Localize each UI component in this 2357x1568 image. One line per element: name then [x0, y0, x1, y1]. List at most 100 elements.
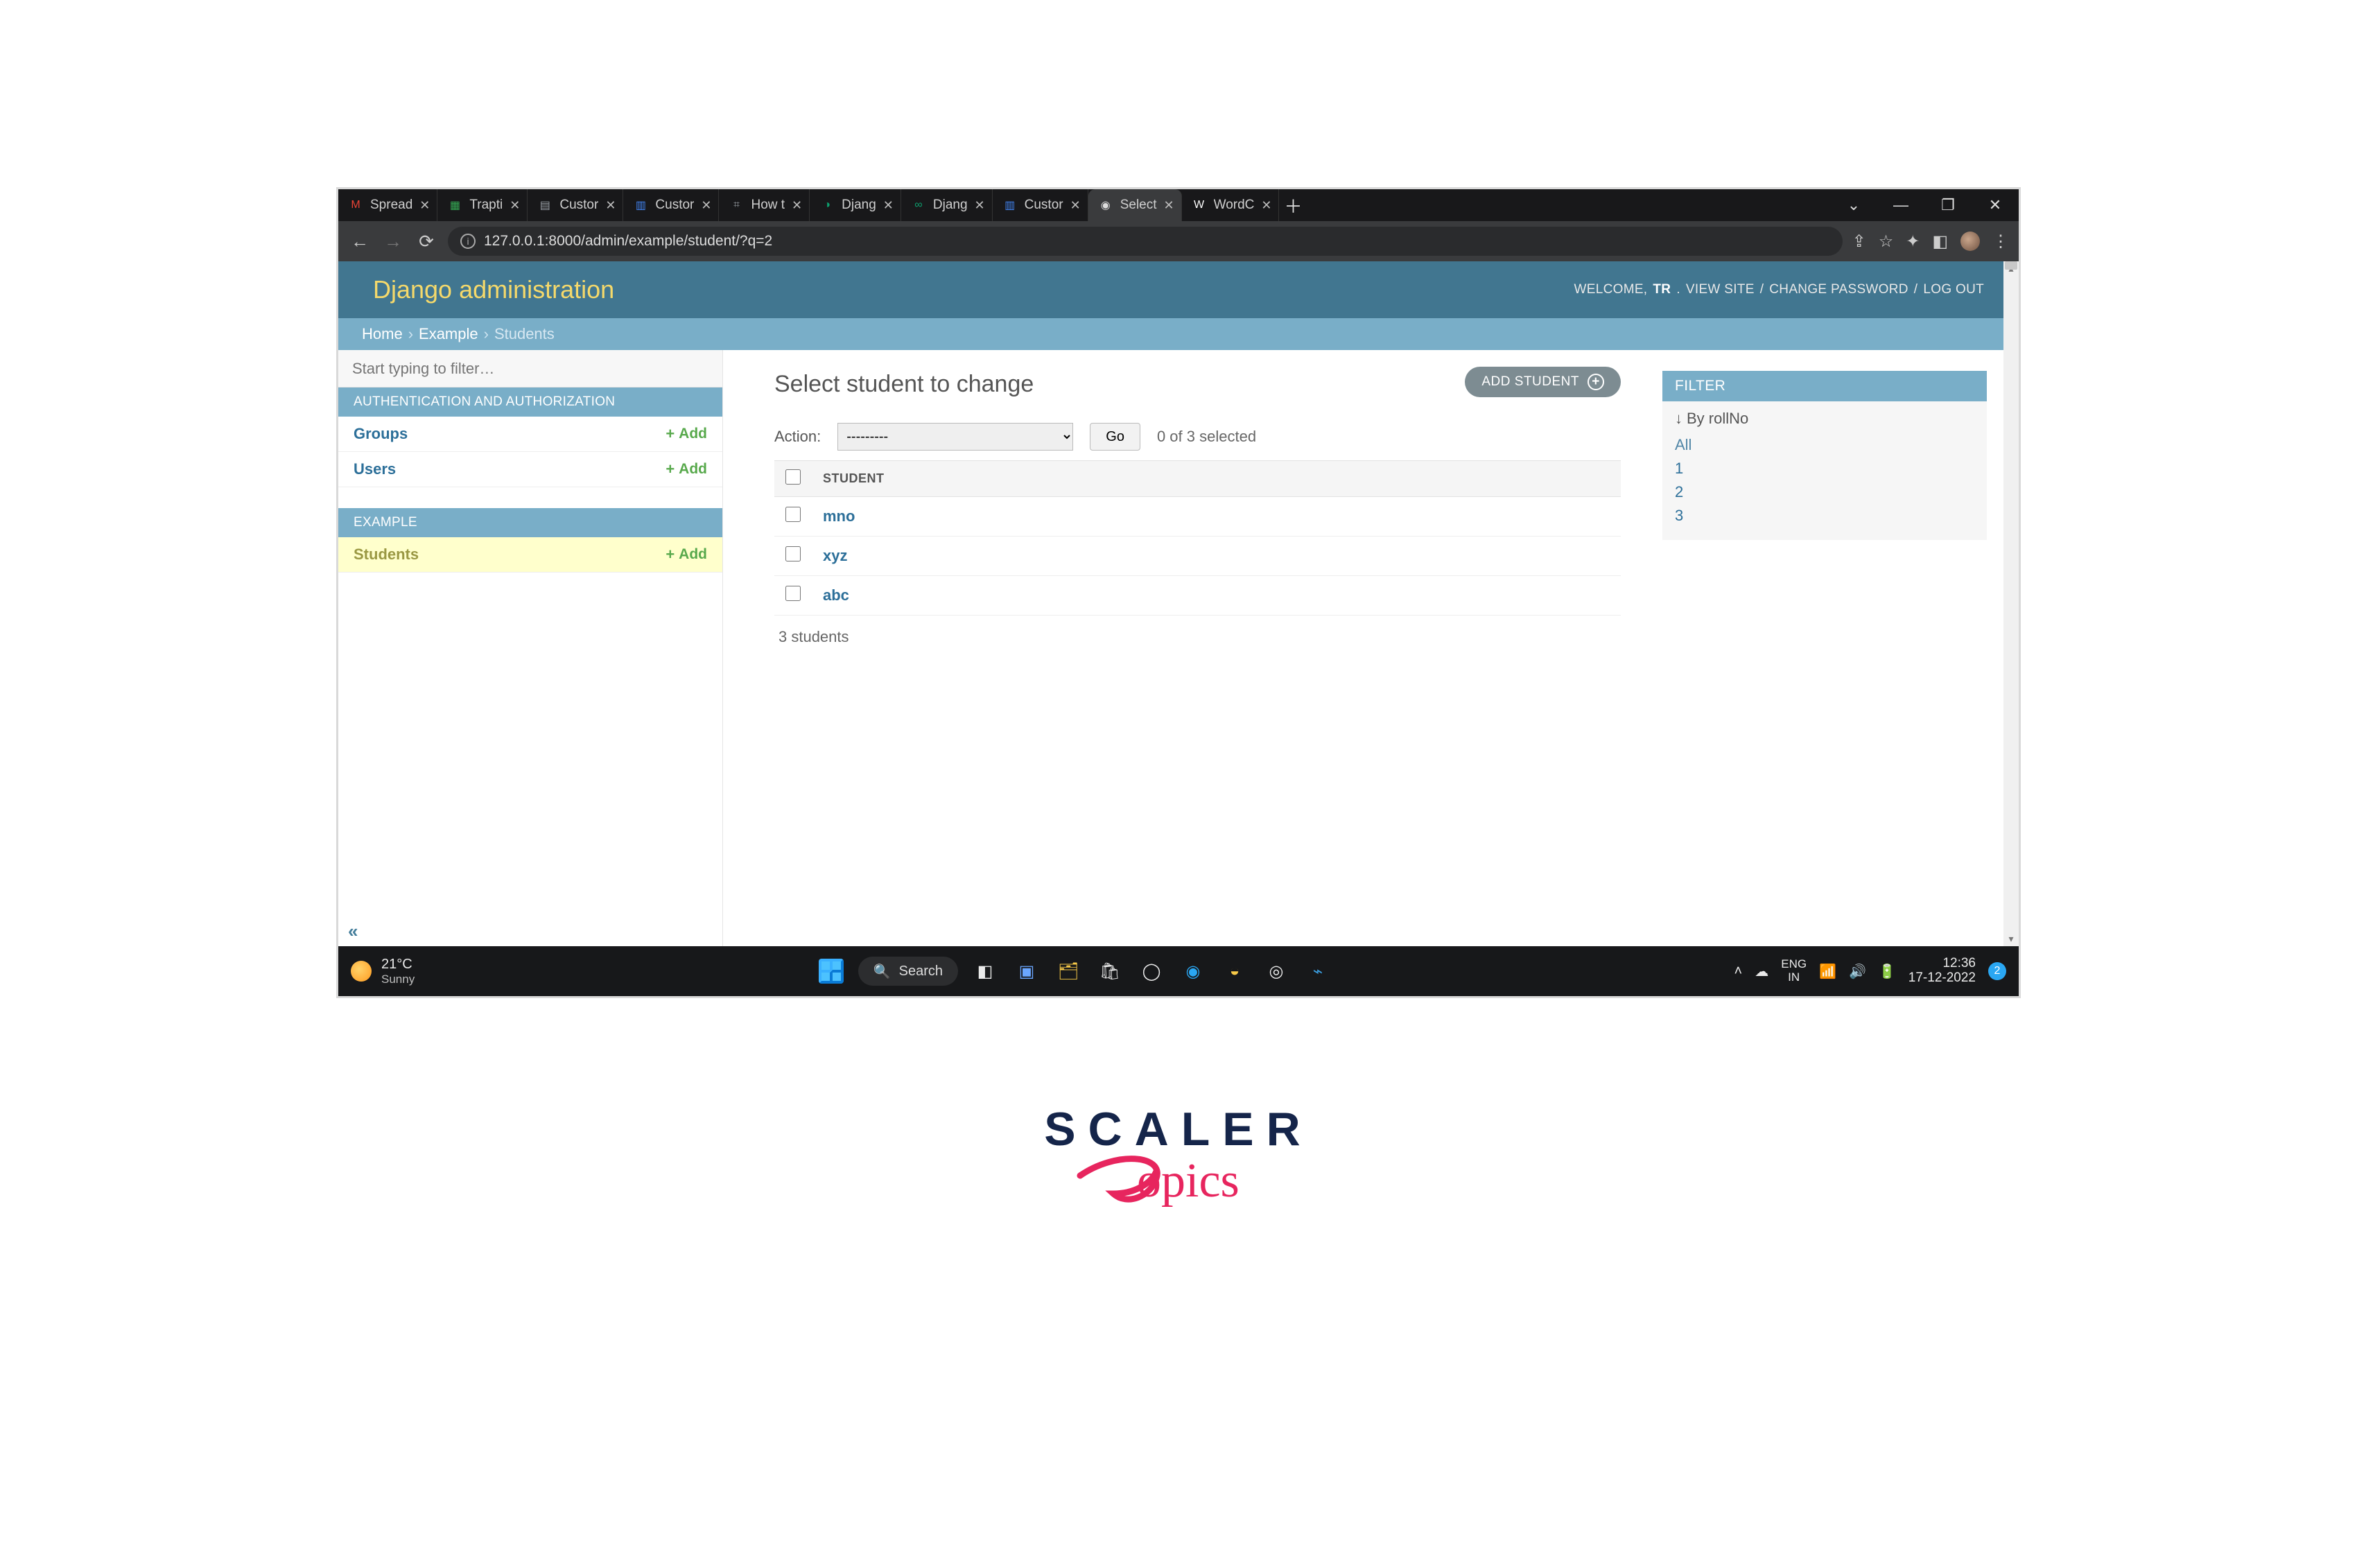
change-password-link[interactable]: CHANGE PASSWORD [1769, 282, 1908, 297]
browser-tab[interactable]: ▦Trapti✕ [437, 189, 528, 221]
site-brand[interactable]: Django administration [373, 275, 614, 304]
profile-avatar[interactable] [1960, 232, 1980, 251]
browser-tab[interactable]: ▤Custor✕ [528, 189, 623, 221]
object-link[interactable]: mno [823, 507, 855, 525]
filter-option-link[interactable]: 1 [1675, 460, 1683, 477]
share-icon[interactable]: ⇪ [1852, 232, 1866, 252]
onedrive-icon[interactable]: ☁ [1755, 963, 1768, 980]
taskbar-clock[interactable]: 12:36 17-12-2022 [1908, 957, 1976, 986]
browser-titlebar: MSpread✕▦Trapti✕▤Custor✕▥Custor✕⌗How t✕◑… [338, 189, 2019, 221]
view-site-link[interactable]: VIEW SITE [1686, 282, 1755, 297]
language-indicator[interactable]: ENG IN [1781, 958, 1807, 984]
row-checkbox[interactable] [785, 546, 801, 561]
tab-close-icon[interactable]: ✕ [701, 198, 711, 213]
tab-favicon: ∞ [911, 198, 926, 213]
nav-forward-button[interactable]: → [381, 231, 405, 252]
sidebar-section-header[interactable]: AUTHENTICATION AND AUTHORIZATION [338, 387, 722, 417]
nav-back-button[interactable]: ← [348, 231, 372, 252]
vscode-icon[interactable]: ⌁ [1303, 957, 1332, 986]
wifi-icon[interactable]: 📶 [1819, 963, 1836, 980]
object-link[interactable]: xyz [823, 547, 847, 564]
tab-title: How t [751, 198, 785, 213]
model-add-link[interactable]: Add [666, 546, 707, 564]
add-student-button[interactable]: ADD STUDENT + [1465, 367, 1621, 397]
new-tab-button[interactable]: ＋ [1279, 193, 1307, 218]
tab-title: Djang [842, 198, 876, 213]
nav-reload-button[interactable]: ⟳ [415, 231, 438, 252]
scaler-topics-script: opics [1075, 1144, 1282, 1227]
model-link[interactable]: Users [354, 460, 396, 478]
site-info-icon[interactable]: i [460, 234, 476, 249]
sidebar-section-header[interactable]: EXAMPLE [338, 508, 722, 537]
logout-link[interactable]: LOG OUT [1923, 282, 1984, 297]
filter-option-link[interactable]: 3 [1675, 507, 1683, 524]
tab-close-icon[interactable]: ✕ [1070, 198, 1081, 213]
model-add-link[interactable]: Add [666, 425, 707, 443]
volume-icon[interactable]: 🔊 [1849, 963, 1866, 980]
browser-tab[interactable]: ∞Djang✕ [901, 189, 993, 221]
tab-close-icon[interactable]: ✕ [1164, 198, 1174, 213]
actions-select[interactable]: --------- [837, 423, 1073, 451]
kebab-menu-icon[interactable]: ⋮ [1992, 232, 2009, 252]
ms-store-icon[interactable]: 🛍 [1095, 957, 1124, 986]
teams-icon[interactable]: ▣ [1012, 957, 1041, 986]
model-add-link[interactable]: Add [666, 460, 707, 478]
tray-chevron-icon[interactable]: ˄ [1734, 964, 1743, 979]
sidebar-collapse-toggle[interactable]: « [342, 916, 363, 946]
windows-taskbar: 21°C Sunny 🔍 Search ◧ ▣ 🗂 🛍 ◯ ◉ ◒ ◎ ⌁ ˄ … [338, 946, 2019, 996]
tab-close-icon[interactable]: ✕ [1261, 198, 1271, 213]
object-link[interactable]: abc [823, 586, 849, 604]
browser-tab[interactable]: WWordC✕ [1182, 189, 1280, 221]
select-all-checkbox[interactable] [785, 469, 801, 485]
crumb-home[interactable]: Home [362, 325, 403, 343]
table-row: mno [774, 497, 1621, 537]
task-view-icon[interactable]: ◧ [971, 957, 1000, 986]
browser-tab[interactable]: ◉Select✕ [1088, 189, 1182, 221]
extensions-icon[interactable]: ✦ [1906, 232, 1920, 252]
url-input[interactable]: i 127.0.0.1:8000/admin/example/student/?… [448, 227, 1843, 256]
tab-close-icon[interactable]: ✕ [605, 198, 616, 213]
tab-close-icon[interactable]: ✕ [883, 198, 894, 213]
battery-icon[interactable]: 🔋 [1879, 963, 1896, 980]
selection-count: 0 of 3 selected [1157, 428, 1256, 446]
panel-toggle-icon[interactable]: ◧ [1932, 232, 1948, 252]
tab-close-icon[interactable]: ✕ [510, 198, 520, 213]
app-icon-1[interactable]: ◒ [1220, 957, 1249, 986]
chrome-icon[interactable]: ◎ [1262, 957, 1291, 986]
filter-heading: FILTER [1662, 371, 1987, 401]
window-restore-button[interactable]: ❐ [1924, 189, 1972, 221]
chevron-down-icon[interactable]: ⌄ [1830, 189, 1877, 221]
file-explorer-icon[interactable]: 🗂 [1054, 957, 1083, 986]
taskbar-weather[interactable]: 21°C Sunny [351, 957, 415, 986]
window-minimize-button[interactable]: — [1877, 189, 1924, 221]
browser-tab[interactable]: ◑Djang✕ [810, 189, 901, 221]
row-checkbox[interactable] [785, 507, 801, 522]
github-icon[interactable]: ◯ [1137, 957, 1166, 986]
tab-favicon: ◉ [1098, 198, 1113, 213]
sidebar-filter-input[interactable] [338, 350, 722, 387]
bookmark-star-icon[interactable]: ☆ [1879, 232, 1894, 252]
edge-icon[interactable]: ◉ [1178, 957, 1208, 986]
browser-tab[interactable]: ▥Custor✕ [623, 189, 719, 221]
browser-tab[interactable]: ⌗How t✕ [719, 189, 810, 221]
notification-badge[interactable]: 2 [1988, 962, 2006, 980]
tab-close-icon[interactable]: ✕ [792, 198, 802, 213]
filter-option-link[interactable]: All [1675, 436, 1691, 453]
start-button[interactable] [817, 957, 846, 986]
column-header-student[interactable]: STUDENT [812, 461, 1621, 497]
model-link[interactable]: Students [354, 546, 419, 564]
tab-close-icon[interactable]: ✕ [419, 198, 430, 213]
tab-title: Custor [559, 198, 598, 213]
window-close-button[interactable]: ✕ [1972, 189, 2019, 221]
page-scrollbar[interactable]: ▴ ▾ [2003, 261, 2019, 946]
filter-option-link[interactable]: 2 [1675, 483, 1683, 500]
crumb-app[interactable]: Example [419, 325, 478, 343]
row-checkbox[interactable] [785, 586, 801, 601]
browser-tab[interactable]: ▥Custor✕ [993, 189, 1088, 221]
tab-close-icon[interactable]: ✕ [975, 198, 985, 213]
taskbar-search[interactable]: 🔍 Search [858, 957, 958, 986]
model-link[interactable]: Groups [354, 425, 408, 443]
browser-tab[interactable]: MSpread✕ [338, 189, 437, 221]
go-button[interactable]: Go [1090, 423, 1140, 451]
sidebar-model-row: Students Add [338, 537, 722, 573]
